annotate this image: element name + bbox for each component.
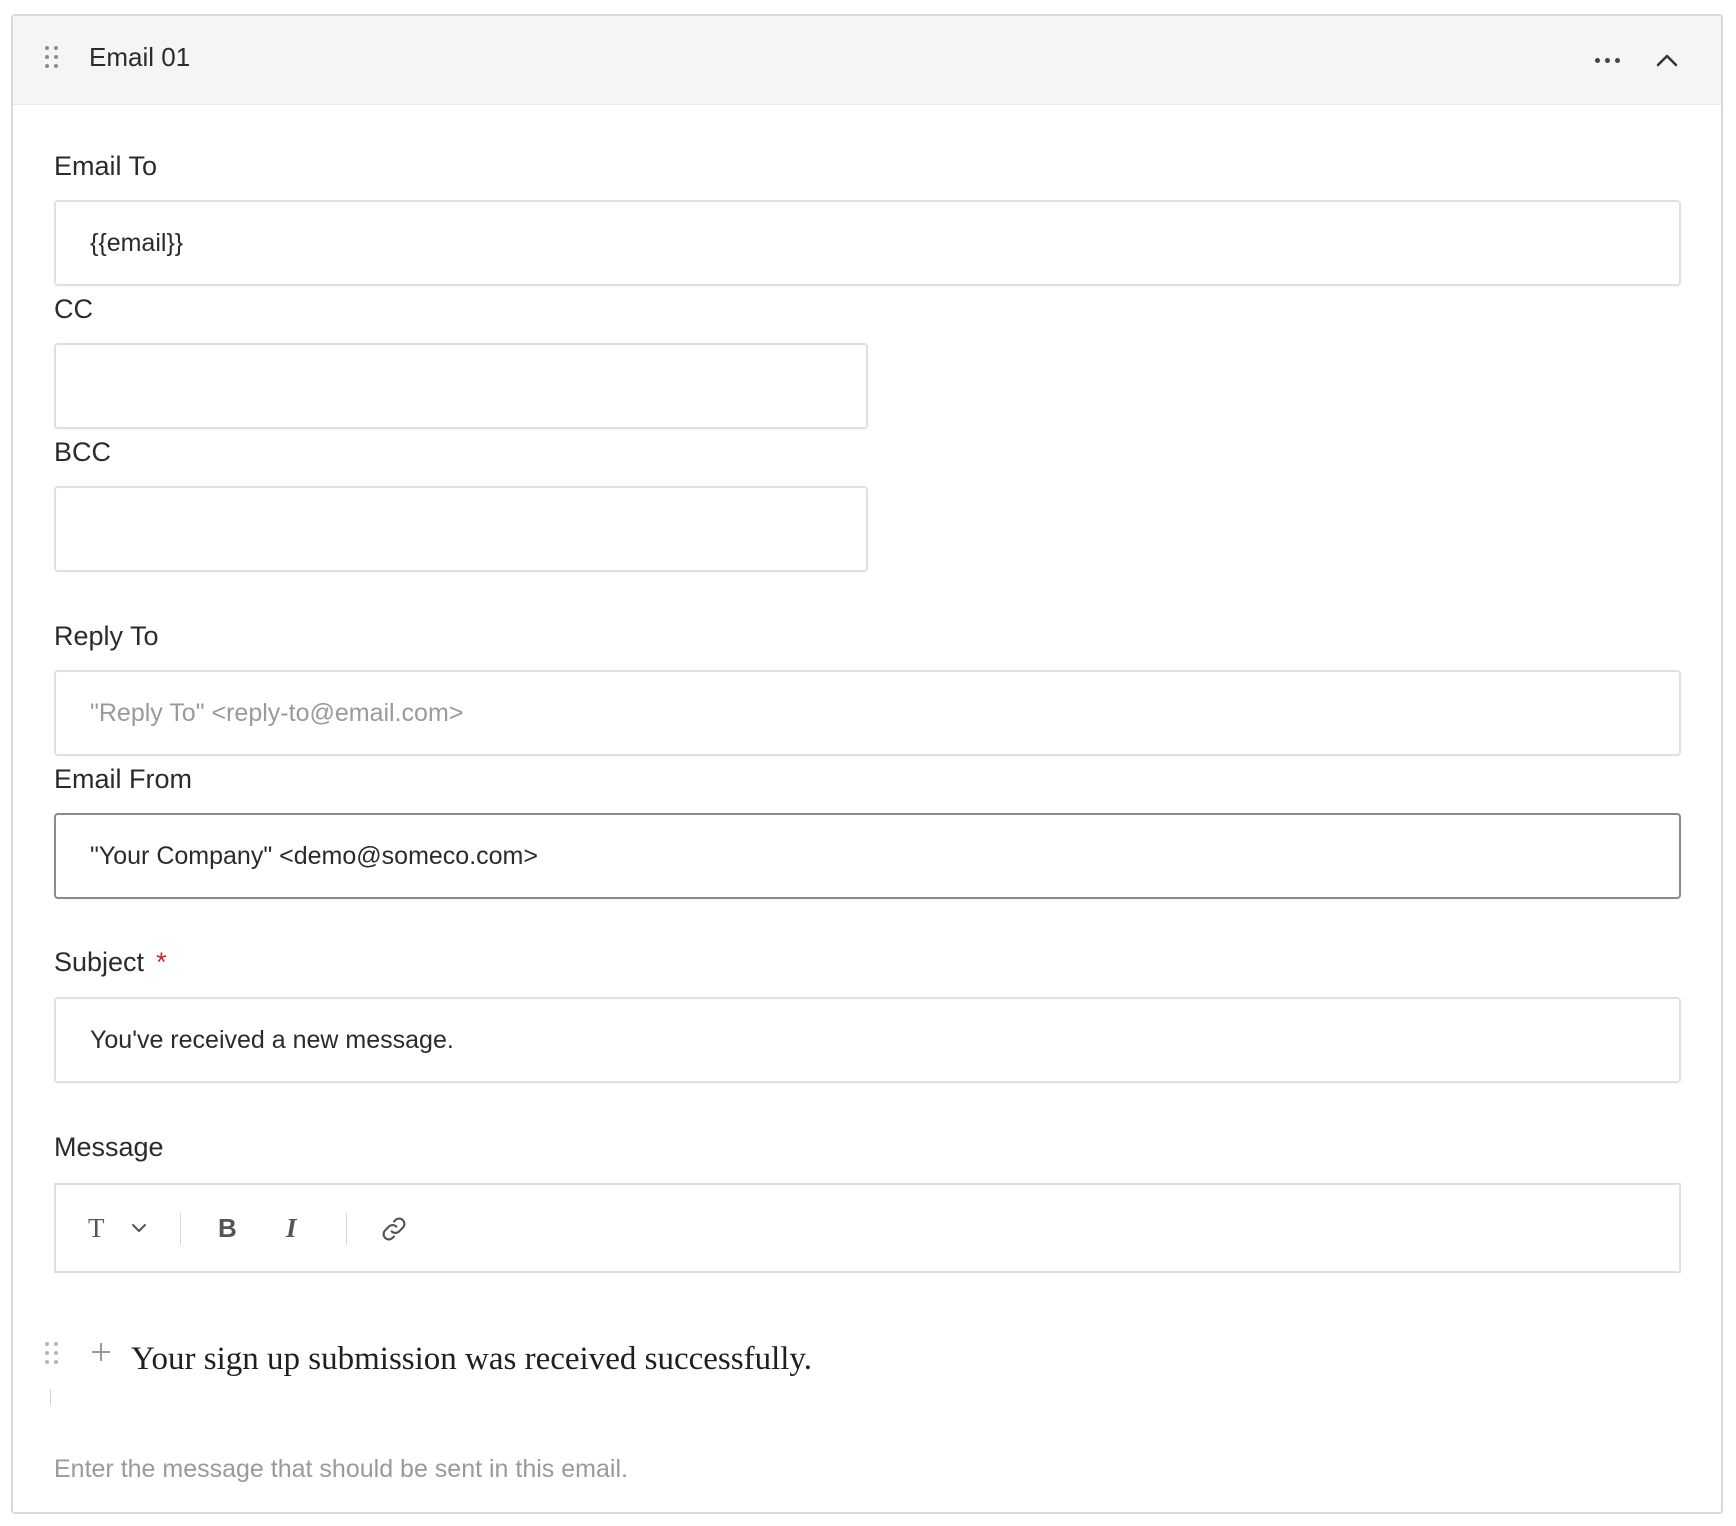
svg-text:I: I <box>285 1215 298 1243</box>
reply-to-placeholder: "Reply To" <reply-to@email.com> <box>90 699 464 727</box>
subject-input[interactable]: You've received a new message. <box>54 997 1681 1083</box>
message-label: Message <box>54 1132 164 1162</box>
link-icon <box>382 1217 406 1241</box>
text-style-dropdown[interactable]: T <box>88 1185 158 1271</box>
email-to-value: {{email}} <box>90 229 184 257</box>
chevron-up-icon <box>1656 54 1678 67</box>
email-from-label: Email From <box>54 764 193 794</box>
toolbar-separator <box>346 1213 347 1245</box>
bold-button[interactable]: B <box>208 1185 248 1271</box>
cc-label: CC <box>54 294 93 324</box>
more-options-button[interactable] <box>1587 46 1627 74</box>
panel-title: Email 01 <box>89 42 191 72</box>
text-style-icon: T <box>88 1213 105 1243</box>
italic-button[interactable]: I <box>274 1185 314 1271</box>
drag-handle-icon[interactable] <box>45 46 59 70</box>
add-block-button[interactable] <box>89 1340 113 1364</box>
editor-caret <box>50 1389 51 1405</box>
svg-text:B: B <box>218 1215 237 1243</box>
subject-label: Subject * <box>54 947 167 978</box>
cc-input[interactable] <box>54 343 868 429</box>
reply-to-label: Reply To <box>54 621 159 651</box>
message-content[interactable]: Your sign up submission was received suc… <box>131 1341 812 1378</box>
email-to-input[interactable]: {{email}} <box>54 200 1681 286</box>
email-from-value: "Your Company" <demo@someco.com> <box>90 842 538 870</box>
required-marker: * <box>156 947 167 977</box>
email-action-panel: Email 01 Email To {{email}} CC BCC Reply… <box>11 14 1723 1514</box>
bold-icon: B <box>218 1215 237 1243</box>
plus-icon <box>92 1343 110 1361</box>
chevron-down-icon <box>132 1224 146 1232</box>
subject-label-text: Subject <box>54 947 145 977</box>
more-horizontal-icon <box>1595 58 1600 63</box>
link-button[interactable] <box>374 1185 414 1271</box>
italic-icon: I <box>285 1215 298 1243</box>
panel-header[interactable]: Email 01 <box>13 16 1721 105</box>
bcc-input[interactable] <box>54 486 868 572</box>
collapse-button[interactable] <box>1649 46 1685 74</box>
message-toolbar: T B I <box>54 1183 1681 1273</box>
block-drag-handle-icon[interactable] <box>45 1342 59 1366</box>
email-to-label: Email To <box>54 151 158 181</box>
toolbar-separator <box>180 1213 181 1245</box>
reply-to-input[interactable]: "Reply To" <reply-to@email.com> <box>54 670 1681 756</box>
subject-value: You've received a new message. <box>90 1026 454 1054</box>
message-help-text: Enter the message that should be sent in… <box>54 1455 628 1483</box>
bcc-label: BCC <box>54 437 112 467</box>
email-from-input[interactable]: "Your Company" <demo@someco.com> <box>54 813 1681 899</box>
